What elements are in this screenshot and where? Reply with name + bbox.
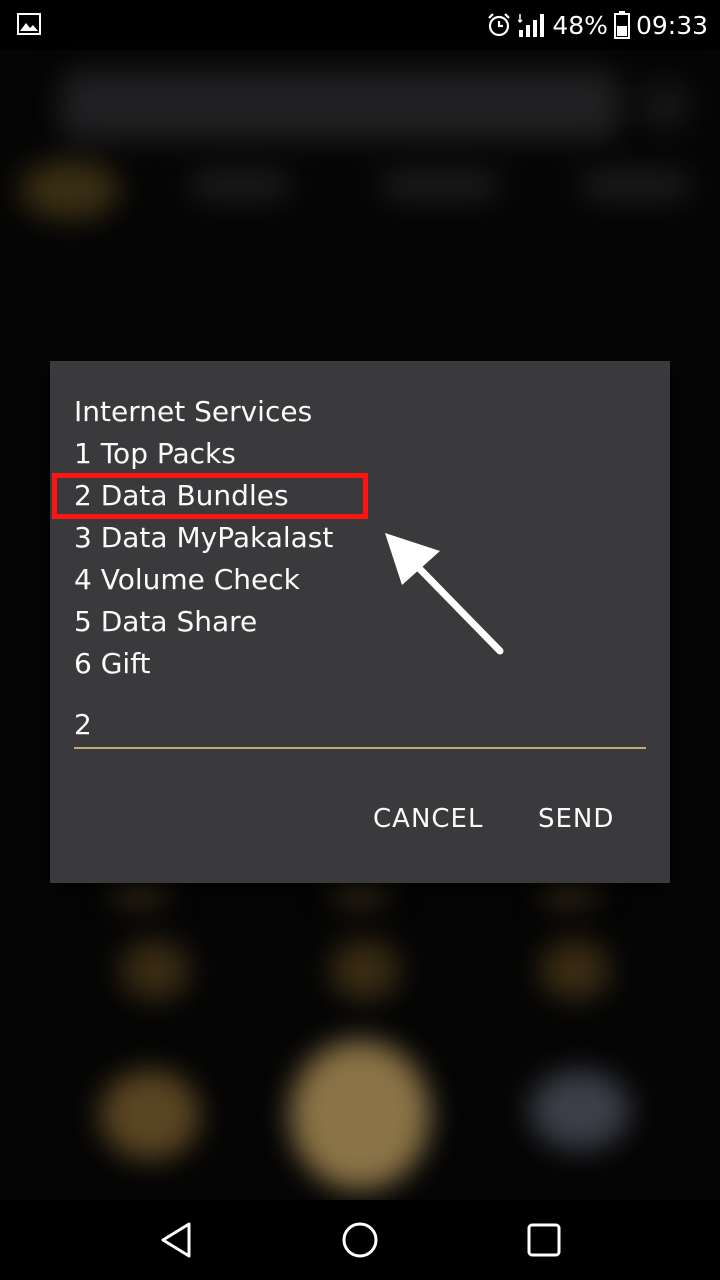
send-button[interactable]: SEND <box>538 797 614 841</box>
menu-option-gift: 6 Gift <box>74 647 151 680</box>
gallery-icon <box>17 13 41 35</box>
alarm-icon <box>488 13 511 37</box>
menu-option-volume-check: 4 Volume Check <box>74 563 300 596</box>
navigation-bar <box>0 1200 720 1280</box>
phone-screen: 48% 09:33 Internet Services 1 Top Packs … <box>0 0 720 1280</box>
ussd-message: Internet Services 1 Top Packs 2 Data Bun… <box>74 391 333 685</box>
battery-percent: 48% <box>552 10 608 40</box>
cancel-button[interactable]: CANCEL <box>373 797 483 841</box>
reply-input[interactable] <box>74 705 646 749</box>
pointer-arrow-icon <box>385 533 504 655</box>
menu-option-top-packs: 1 Top Packs <box>74 437 236 470</box>
recent-apps-icon[interactable] <box>522 1218 566 1262</box>
status-indicators: 48% 09:33 <box>486 8 708 42</box>
menu-title: Internet Services <box>74 395 313 428</box>
signal-icon <box>518 14 545 37</box>
clock: 09:33 <box>635 10 708 40</box>
home-icon[interactable] <box>338 1218 382 1262</box>
menu-option-data-mypakalast: 3 Data MyPakalast <box>74 521 334 554</box>
menu-option-data-bundles: 2 Data Bundles <box>74 479 289 512</box>
battery-icon <box>613 11 630 39</box>
menu-option-data-share: 5 Data Share <box>74 605 258 638</box>
status-bar: 48% 09:33 <box>0 0 720 50</box>
back-icon[interactable] <box>155 1218 199 1262</box>
ussd-dialog: Internet Services 1 Top Packs 2 Data Bun… <box>50 361 670 883</box>
